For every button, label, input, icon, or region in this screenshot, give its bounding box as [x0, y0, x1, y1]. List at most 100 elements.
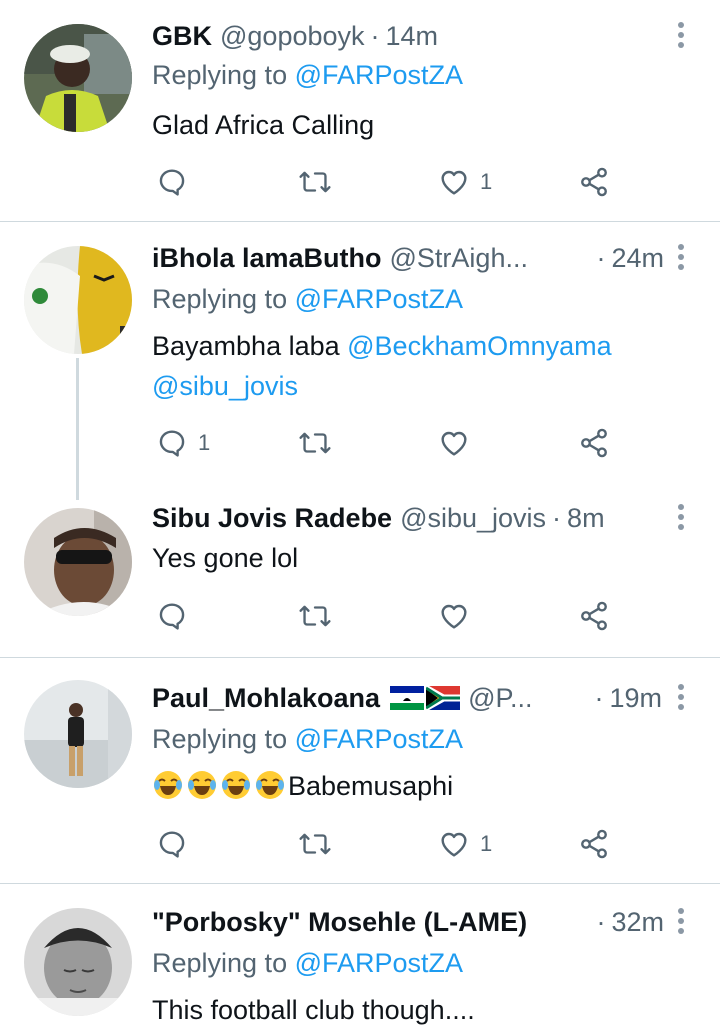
- user-handle[interactable]: @gopoboyk: [220, 21, 365, 52]
- thread-line: [76, 358, 79, 500]
- mention-link[interactable]: @sibu_jovis: [152, 371, 298, 401]
- face-with-tears-of-joy-emoji: [186, 769, 218, 801]
- tweet-text: This football club though....: [152, 995, 475, 1025]
- tweet-text: Bayambha laba @BeckhamOmnyama: [152, 326, 612, 366]
- action-bar: 1: [152, 423, 622, 463]
- retweet-icon: [299, 432, 331, 454]
- more-vertical-icon[interactable]: [672, 22, 690, 50]
- tweet-text: Glad Africa Calling: [152, 110, 375, 140]
- display-name[interactable]: "Porbosky" Mosehle (L-AME): [152, 907, 527, 938]
- separator-dot: ·: [552, 502, 562, 533]
- tweet-text-prefix: Bayambha laba: [152, 331, 348, 361]
- share-icon: [581, 167, 607, 197]
- mention-link[interactable]: @FARPostZA: [295, 948, 463, 978]
- replying-to-label: Replying to: [152, 724, 295, 754]
- avatar[interactable]: [24, 508, 132, 616]
- replying-to-label: Replying to: [152, 948, 295, 978]
- retweet-button[interactable]: [298, 162, 342, 202]
- timestamp[interactable]: 14m: [386, 21, 439, 52]
- share-icon: [581, 829, 607, 859]
- avatar[interactable]: [24, 908, 132, 1016]
- retweet-icon: [299, 605, 331, 627]
- replying-to: Replying to @FARPostZA: [152, 60, 463, 91]
- south-africa-flag-icon: [426, 686, 461, 710]
- timestamp[interactable]: 24m: [611, 243, 664, 274]
- like-button[interactable]: 1: [438, 162, 492, 202]
- reply-icon: [159, 169, 185, 196]
- share-icon: [581, 601, 607, 631]
- tweet-text: Yes gone lol: [152, 543, 299, 573]
- tweet-text: Babemusaphi: [152, 766, 453, 806]
- user-handle[interactable]: @sibu_jovis: [400, 503, 546, 534]
- separator-dot: ·: [596, 906, 606, 937]
- action-bar: [152, 596, 622, 636]
- share-button[interactable]: [578, 162, 610, 202]
- retweet-button[interactable]: [298, 824, 342, 864]
- replying-to-label: Replying to: [152, 60, 295, 90]
- more-vertical-icon[interactable]: [672, 684, 690, 712]
- action-bar: 1: [152, 162, 622, 202]
- reply-icon: [159, 603, 185, 630]
- tweet-divider: [0, 657, 720, 658]
- reply-count: 1: [198, 430, 211, 455]
- like-button[interactable]: 1: [438, 824, 492, 864]
- face-with-tears-of-joy-emoji: [220, 769, 252, 801]
- separator-dot: ·: [370, 20, 380, 51]
- like-button[interactable]: [438, 423, 480, 463]
- share-button[interactable]: [578, 596, 610, 636]
- display-name[interactable]: Paul_Mohlakoana: [152, 683, 380, 714]
- reply-button[interactable]: 1: [156, 423, 210, 463]
- retweet-button[interactable]: [298, 423, 342, 463]
- user-handle[interactable]: @P...: [468, 683, 532, 714]
- replying-to: Replying to @FARPostZA: [152, 724, 463, 755]
- separator-dot: ·: [596, 242, 606, 273]
- reply-button[interactable]: [156, 162, 198, 202]
- heart-icon: [441, 832, 467, 857]
- avatar[interactable]: [24, 680, 132, 788]
- tweet-text-line-2: @sibu_jovis: [152, 366, 298, 406]
- more-vertical-icon[interactable]: [672, 504, 690, 532]
- timestamp[interactable]: 19m: [609, 683, 662, 714]
- timestamp[interactable]: 32m: [611, 907, 664, 938]
- tweet-divider: [0, 883, 720, 884]
- mention-link[interactable]: @BeckhamOmnyama: [347, 331, 612, 361]
- heart-icon: [441, 170, 467, 195]
- replying-to: Replying to @FARPostZA: [152, 948, 463, 979]
- separator-dot: ·: [594, 682, 604, 713]
- reply-button[interactable]: [156, 824, 198, 864]
- tweet-divider: [0, 221, 720, 222]
- user-handle[interactable]: @StrAigh...: [390, 243, 528, 274]
- display-name[interactable]: iBhola lamaButho: [152, 243, 382, 274]
- retweet-icon: [299, 171, 331, 193]
- action-bar: 1: [152, 824, 622, 864]
- heart-icon: [441, 431, 467, 456]
- reply-button[interactable]: [156, 596, 198, 636]
- more-vertical-icon[interactable]: [672, 908, 690, 936]
- replying-to: Replying to @FARPostZA: [152, 284, 463, 315]
- like-count: 1: [480, 169, 493, 194]
- share-icon: [581, 428, 607, 458]
- avatar[interactable]: [24, 24, 132, 132]
- share-button[interactable]: [578, 423, 610, 463]
- reply-icon: [159, 430, 185, 457]
- like-count: 1: [480, 831, 493, 856]
- replying-to-label: Replying to: [152, 284, 295, 314]
- lesotho-flag-icon: [390, 686, 425, 710]
- timestamp[interactable]: 8m: [567, 503, 605, 534]
- avatar[interactable]: [24, 246, 132, 354]
- display-name[interactable]: Sibu Jovis Radebe: [152, 503, 392, 534]
- mention-link[interactable]: @FARPostZA: [295, 724, 463, 754]
- share-button[interactable]: [578, 824, 610, 864]
- tweet-text-content: Babemusaphi: [288, 771, 454, 801]
- retweet-icon: [299, 833, 331, 855]
- face-with-tears-of-joy-emoji: [152, 769, 184, 801]
- face-with-tears-of-joy-emoji: [254, 769, 286, 801]
- retweet-button[interactable]: [298, 596, 342, 636]
- mention-link[interactable]: @FARPostZA: [295, 60, 463, 90]
- display-name[interactable]: GBK: [152, 21, 212, 52]
- more-vertical-icon[interactable]: [672, 244, 690, 272]
- heart-icon: [441, 604, 467, 629]
- like-button[interactable]: [438, 596, 480, 636]
- reply-icon: [159, 831, 185, 858]
- mention-link[interactable]: @FARPostZA: [295, 284, 463, 314]
